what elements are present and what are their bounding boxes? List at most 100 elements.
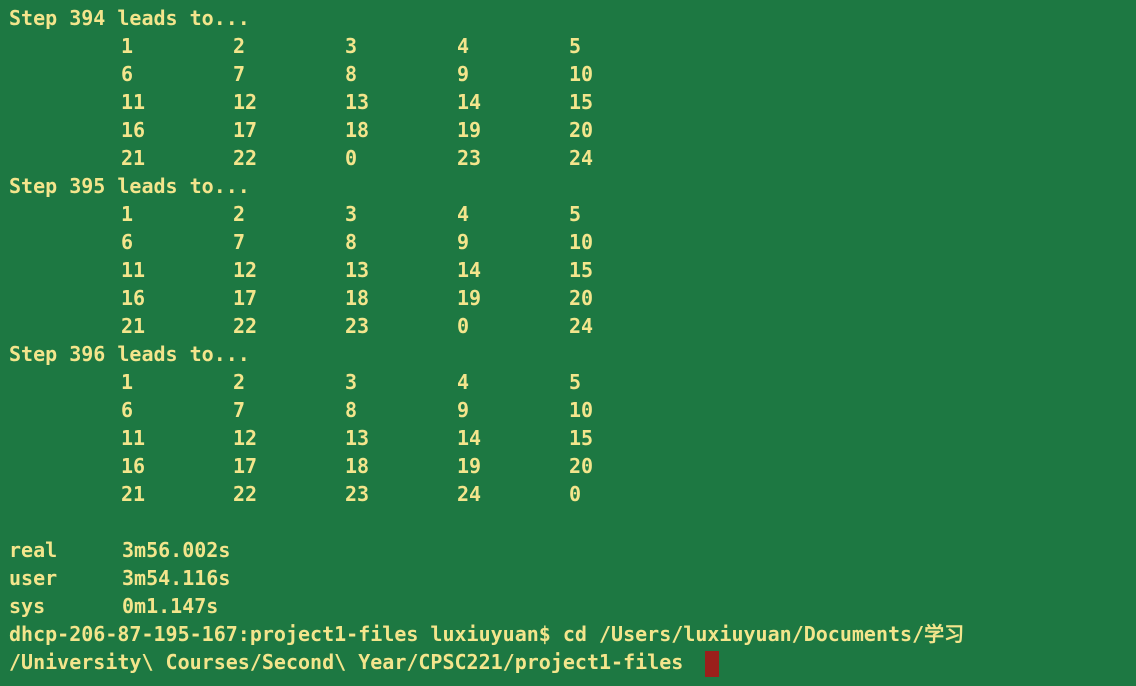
step-row: 1 2 3 4 5 bbox=[9, 200, 1136, 228]
step-cell: 8 bbox=[345, 62, 358, 86]
step-cell: 0 bbox=[345, 146, 358, 170]
step-row: 11 12 13 14 15 bbox=[9, 424, 1136, 452]
step-cell: 21 bbox=[121, 314, 146, 338]
step-cell: 8 bbox=[345, 398, 358, 422]
step-cell: 7 bbox=[233, 230, 246, 254]
step-cell: 18 bbox=[345, 118, 370, 142]
step-cell: 13 bbox=[345, 90, 370, 114]
step-cell: 11 bbox=[121, 258, 146, 282]
step-cell: 4 bbox=[457, 202, 470, 226]
step-cell: 21 bbox=[121, 146, 146, 170]
step-row: 11 12 13 14 15 bbox=[9, 256, 1136, 284]
step-cell: 19 bbox=[457, 454, 482, 478]
step-row: 6 7 8 9 10 bbox=[9, 228, 1136, 256]
step-cell: 7 bbox=[233, 62, 246, 86]
step-cell: 9 bbox=[457, 62, 470, 86]
step-cell: 16 bbox=[121, 118, 146, 142]
step-row: 6 7 8 9 10 bbox=[9, 396, 1136, 424]
step-cell: 6 bbox=[121, 230, 134, 254]
step-cell: 16 bbox=[121, 286, 146, 310]
step-cell: 19 bbox=[457, 286, 482, 310]
step-cell: 6 bbox=[121, 62, 134, 86]
step-cell: 2 bbox=[233, 34, 246, 58]
step-cell: 15 bbox=[569, 90, 594, 114]
step-cell: 17 bbox=[233, 286, 258, 310]
step-row: 16 17 18 19 20 bbox=[9, 284, 1136, 312]
step-cell: 20 bbox=[569, 118, 594, 142]
step-cell: 12 bbox=[233, 258, 258, 282]
step-cell: 22 bbox=[233, 314, 258, 338]
step-cell: 14 bbox=[457, 426, 482, 450]
step-header: Step 396 leads to... bbox=[9, 342, 250, 366]
step-cell: 13 bbox=[345, 258, 370, 282]
timing-user-value: 3m54.116s bbox=[122, 566, 231, 590]
step-cell: 22 bbox=[233, 482, 258, 506]
step-cell: 1 bbox=[121, 34, 134, 58]
step-cell: 1 bbox=[121, 370, 134, 394]
step-row: 6 7 8 9 10 bbox=[9, 60, 1136, 88]
step-cell: 4 bbox=[457, 370, 470, 394]
step-cell: 16 bbox=[121, 454, 146, 478]
step-cell: 6 bbox=[121, 398, 134, 422]
step-cell: 24 bbox=[569, 146, 594, 170]
step-header: Step 394 leads to... bbox=[9, 6, 250, 30]
step-row: 21 22 23 24 0 bbox=[9, 480, 1136, 508]
step-cell: 18 bbox=[345, 454, 370, 478]
step-cell: 4 bbox=[457, 34, 470, 58]
step-cell: 15 bbox=[569, 426, 594, 450]
shell-command-continuation[interactable]: /University\ Courses/Second\ Year/CPSC22… bbox=[9, 650, 695, 674]
step-cell: 23 bbox=[345, 314, 370, 338]
step-cell: 21 bbox=[121, 482, 146, 506]
step-row: 21 22 23 0 24 bbox=[9, 312, 1136, 340]
step-row: 16 17 18 19 20 bbox=[9, 452, 1136, 480]
timing-sys: sys 0m1.147s bbox=[9, 592, 1136, 620]
step-cell: 12 bbox=[233, 426, 258, 450]
step-cell: 12 bbox=[233, 90, 258, 114]
step-cell: 0 bbox=[569, 482, 582, 506]
step-cell: 23 bbox=[345, 482, 370, 506]
step-cell: 17 bbox=[233, 118, 258, 142]
timing-real: real 3m56.002s bbox=[9, 536, 1136, 564]
step-cell: 14 bbox=[457, 258, 482, 282]
timing-sys-value: 0m1.147s bbox=[122, 594, 219, 618]
step-cell: 3 bbox=[345, 202, 358, 226]
step-cell: 15 bbox=[569, 258, 594, 282]
step-header: Step 395 leads to... bbox=[9, 174, 250, 198]
step-cell: 5 bbox=[569, 370, 582, 394]
step-cell: 10 bbox=[569, 62, 594, 86]
step-cell: 23 bbox=[457, 146, 482, 170]
step-cell: 11 bbox=[121, 90, 146, 114]
step-cell: 5 bbox=[569, 202, 582, 226]
timing-user-label: user bbox=[9, 566, 58, 590]
shell-prompt-line-1[interactable]: dhcp-206-87-195-167:project1-files luxiu… bbox=[9, 620, 1136, 648]
step-cell: 8 bbox=[345, 230, 358, 254]
shell-prompt-line-2[interactable]: /University\ Courses/Second\ Year/CPSC22… bbox=[9, 648, 1136, 677]
step-cell: 18 bbox=[345, 286, 370, 310]
step-cell: 9 bbox=[457, 398, 470, 422]
step-cell: 22 bbox=[233, 146, 258, 170]
timing-real-label: real bbox=[9, 538, 58, 562]
step-cell: 17 bbox=[233, 454, 258, 478]
step-cell: 20 bbox=[569, 454, 594, 478]
timing-real-value: 3m56.002s bbox=[122, 538, 231, 562]
terminal-window[interactable]: Step 394 leads to... 1 2 3 4 5 6 7 8 9 10 11 12 13 14 1… bbox=[0, 0, 1136, 686]
step-cell: 24 bbox=[569, 314, 594, 338]
step-cell: 1 bbox=[121, 202, 134, 226]
step-cell: 2 bbox=[233, 202, 246, 226]
step-cell: 2 bbox=[233, 370, 246, 394]
timing-user: user 3m54.116s bbox=[9, 564, 1136, 592]
step-cell: 3 bbox=[345, 34, 358, 58]
step-row: 21 22 0 23 24 bbox=[9, 144, 1136, 172]
step-row: 16 17 18 19 20 bbox=[9, 116, 1136, 144]
step-cell: 11 bbox=[121, 426, 146, 450]
timing-sys-label: sys bbox=[9, 594, 46, 618]
step-cell: 20 bbox=[569, 286, 594, 310]
step-cell: 24 bbox=[457, 482, 482, 506]
step-cell: 9 bbox=[457, 230, 470, 254]
step-cell: 5 bbox=[569, 34, 582, 58]
step-cell: 0 bbox=[457, 314, 470, 338]
step-row: 1 2 3 4 5 bbox=[9, 32, 1136, 60]
step-cell: 10 bbox=[569, 230, 594, 254]
step-row: 11 12 13 14 15 bbox=[9, 88, 1136, 116]
